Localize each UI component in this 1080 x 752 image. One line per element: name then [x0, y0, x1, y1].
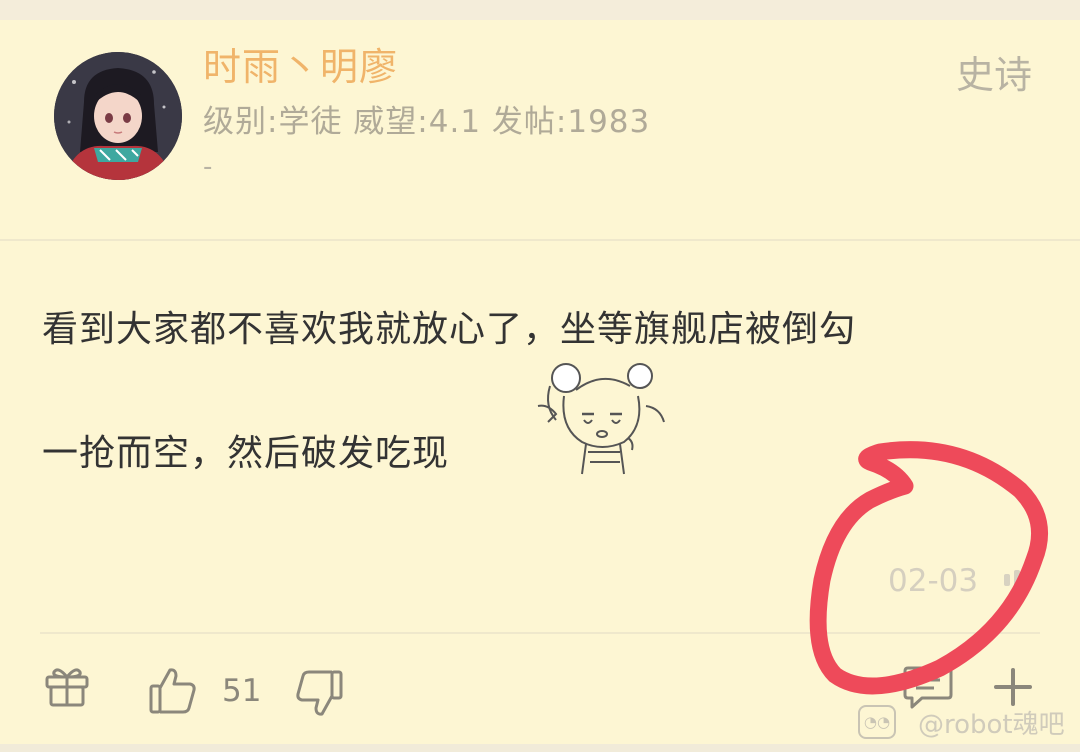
sticker-image	[536, 356, 668, 476]
footer-divider	[40, 632, 1040, 634]
watermark-logo-icon: ◔◔	[858, 705, 896, 739]
author-signature: -	[203, 152, 213, 182]
floor-tag: 史诗	[955, 53, 1032, 97]
bottom-strip	[0, 744, 1080, 752]
watermark: ◔◔ @robot魂吧	[858, 704, 1065, 740]
watermark-text: @robot魂吧	[918, 709, 1065, 740]
post-content-line-1: 看到大家都不喜欢我就放心了，坐等旗舰店被倒勾	[42, 309, 857, 350]
author-meta: 级别:学徒 威望:4.1 发帖:1983	[203, 104, 651, 140]
thumbs-down-icon[interactable]	[294, 668, 344, 722]
header-divider	[0, 239, 1080, 241]
author-name[interactable]: 时雨丶明廖	[203, 36, 398, 91]
more-icon[interactable]	[1002, 566, 1038, 592]
post-content-line-2: 一抢而空，然后破发吃现	[42, 433, 450, 474]
gift-icon[interactable]	[44, 664, 90, 712]
like-count: 51	[222, 673, 262, 709]
author-avatar[interactable]	[54, 52, 182, 180]
thumbs-up-icon[interactable]	[148, 666, 198, 720]
avatar-illustration	[54, 52, 182, 180]
post-time: 02-03	[888, 563, 979, 599]
top-strip	[0, 0, 1080, 20]
